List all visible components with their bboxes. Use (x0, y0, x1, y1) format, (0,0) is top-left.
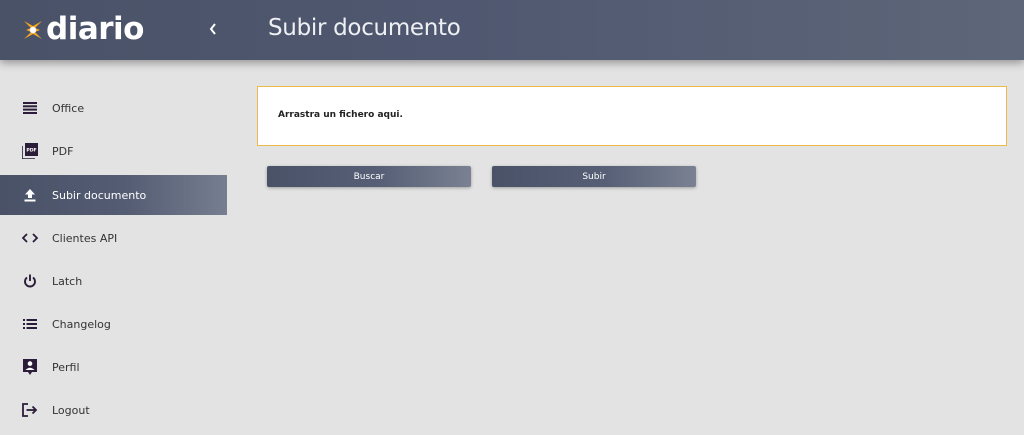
list-bullets-icon (21, 315, 39, 333)
sidebar-item-clientes-api[interactable]: Clientes API (0, 218, 227, 258)
top-header: diario Subir documento (0, 0, 1024, 60)
sidebar-item-label: Office (52, 101, 85, 115)
file-dropzone[interactable]: Arrastra un fichero aqui. (257, 86, 1007, 146)
sidebar-item-label: Latch (52, 274, 83, 288)
x-star-logo-icon (24, 21, 42, 39)
svg-text:PDF: PDF (26, 148, 36, 154)
upload-button[interactable]: Subir (492, 166, 696, 187)
sidebar-item-label: Perfil (52, 360, 80, 374)
sidebar-item-office[interactable]: Office (0, 88, 227, 128)
page-title: Subir documento (268, 15, 461, 41)
sidebar-item-subir-documento[interactable]: Subir documento (0, 175, 227, 215)
sidebar-item-label: PDF (52, 144, 74, 158)
sidebar-item-pdf[interactable]: PDF PDF (0, 131, 227, 171)
upload-icon (21, 186, 39, 204)
sidebar-item-perfil[interactable]: Perfil (0, 347, 227, 387)
logout-icon (21, 401, 39, 419)
contact-card-icon (21, 358, 39, 376)
sidebar-item-label: Subir documento (52, 188, 147, 202)
sidebar-item-latch[interactable]: Latch (0, 261, 227, 301)
pdf-icon: PDF (21, 142, 39, 160)
dropzone-text: Arrastra un fichero aqui. (278, 110, 403, 120)
sidebar-item-label: Logout (52, 403, 90, 417)
search-file-button[interactable]: Buscar (267, 166, 471, 187)
sidebar: Office PDF PDF Subir documento Clientes … (0, 60, 227, 435)
list-lines-icon (21, 99, 39, 117)
app-logo[interactable]: diario (22, 11, 144, 47)
chevron-left-icon (209, 23, 216, 35)
sidebar-item-changelog[interactable]: Changelog (0, 304, 227, 344)
sidebar-item-label: Clientes API (52, 231, 118, 245)
sidebar-item-logout[interactable]: Logout (0, 390, 227, 430)
code-icon (21, 229, 39, 247)
logo-text: diario (46, 11, 144, 47)
power-icon (21, 272, 39, 290)
sidebar-item-label: Changelog (52, 317, 111, 331)
collapse-sidebar-button[interactable] (203, 14, 223, 44)
